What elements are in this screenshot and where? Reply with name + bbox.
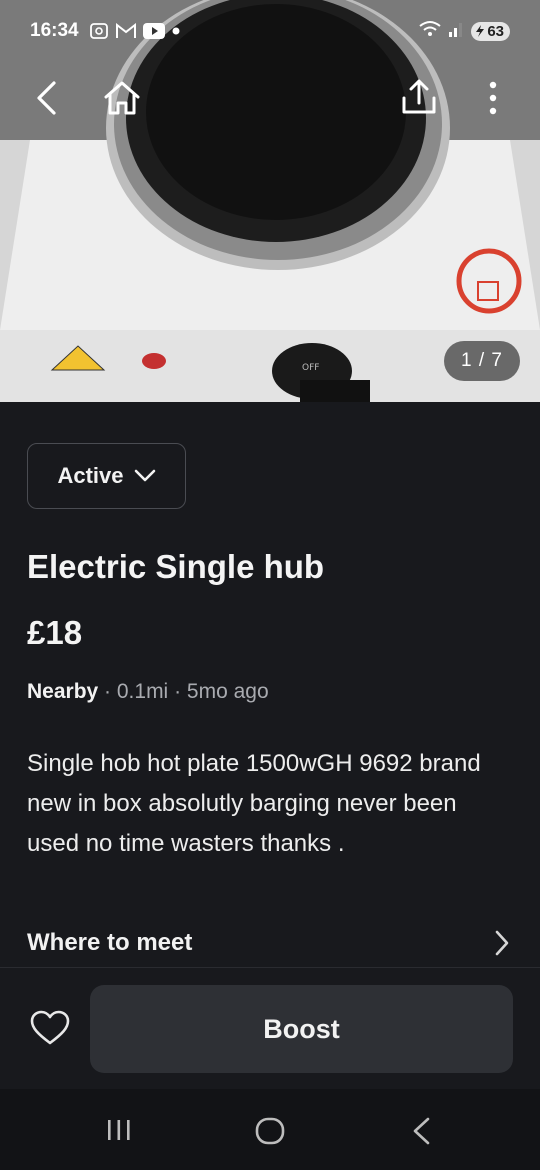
status-dropdown[interactable]: Active xyxy=(27,443,186,509)
chevron-right-icon[interactable] xyxy=(494,929,510,962)
back-button[interactable] xyxy=(26,76,66,120)
save-button[interactable] xyxy=(30,1010,70,1051)
recent-apps-icon xyxy=(108,1120,130,1140)
battery-level: 63 xyxy=(487,22,504,40)
share-icon xyxy=(402,79,436,114)
listing-details: Active Electric Single hub £18 Nearby · … xyxy=(0,402,540,967)
listing-description: Single hob hot plate 1500wGH 9692 brand … xyxy=(27,750,481,857)
back-icon xyxy=(37,81,56,115)
listing-title: Electric Single hub xyxy=(27,548,325,585)
recent-apps-button[interactable] xyxy=(106,1117,132,1148)
listing-meta: Nearby · 0.1mi · 5mo ago xyxy=(27,680,269,704)
knob-label: OFF xyxy=(302,363,319,373)
home-circle-icon xyxy=(255,1117,285,1145)
status-label: Active xyxy=(57,463,124,488)
youtube-icon xyxy=(142,23,165,39)
back-nav-icon xyxy=(413,1117,430,1145)
more-icon xyxy=(489,81,497,115)
where-to-meet-link[interactable]: Where to meet xyxy=(27,929,192,957)
home-icon xyxy=(104,81,140,115)
wifi-icon xyxy=(419,20,441,43)
location-label: Nearby xyxy=(27,680,99,703)
status-time: 16:34 xyxy=(30,20,79,41)
gmail-icon xyxy=(115,23,137,39)
home-nav-button[interactable] xyxy=(255,1117,285,1150)
signal-icon xyxy=(447,20,465,43)
meta-separator: · xyxy=(174,680,187,703)
screenshot-icon xyxy=(89,22,109,40)
action-bar: Boost xyxy=(0,967,540,1089)
dot-icon xyxy=(171,26,181,36)
system-nav-bar xyxy=(0,1089,540,1170)
share-button[interactable] xyxy=(396,74,442,120)
more-options-button[interactable] xyxy=(480,76,506,120)
boost-button[interactable]: Boost xyxy=(90,985,513,1073)
back-nav-button[interactable] xyxy=(410,1117,432,1150)
chevron-down-icon xyxy=(134,469,155,482)
heart-icon xyxy=(30,1010,70,1045)
battery-icon: 63 xyxy=(471,21,510,41)
distance: 0.1mi xyxy=(116,680,169,703)
posted-time: 5mo ago xyxy=(186,680,269,703)
home-button[interactable] xyxy=(100,76,144,120)
listing-price: £18 xyxy=(27,614,83,651)
meta-separator: · xyxy=(104,680,117,703)
status-bar: 16:34 63 xyxy=(0,0,540,62)
image-counter: 1 / 7 xyxy=(444,341,520,381)
